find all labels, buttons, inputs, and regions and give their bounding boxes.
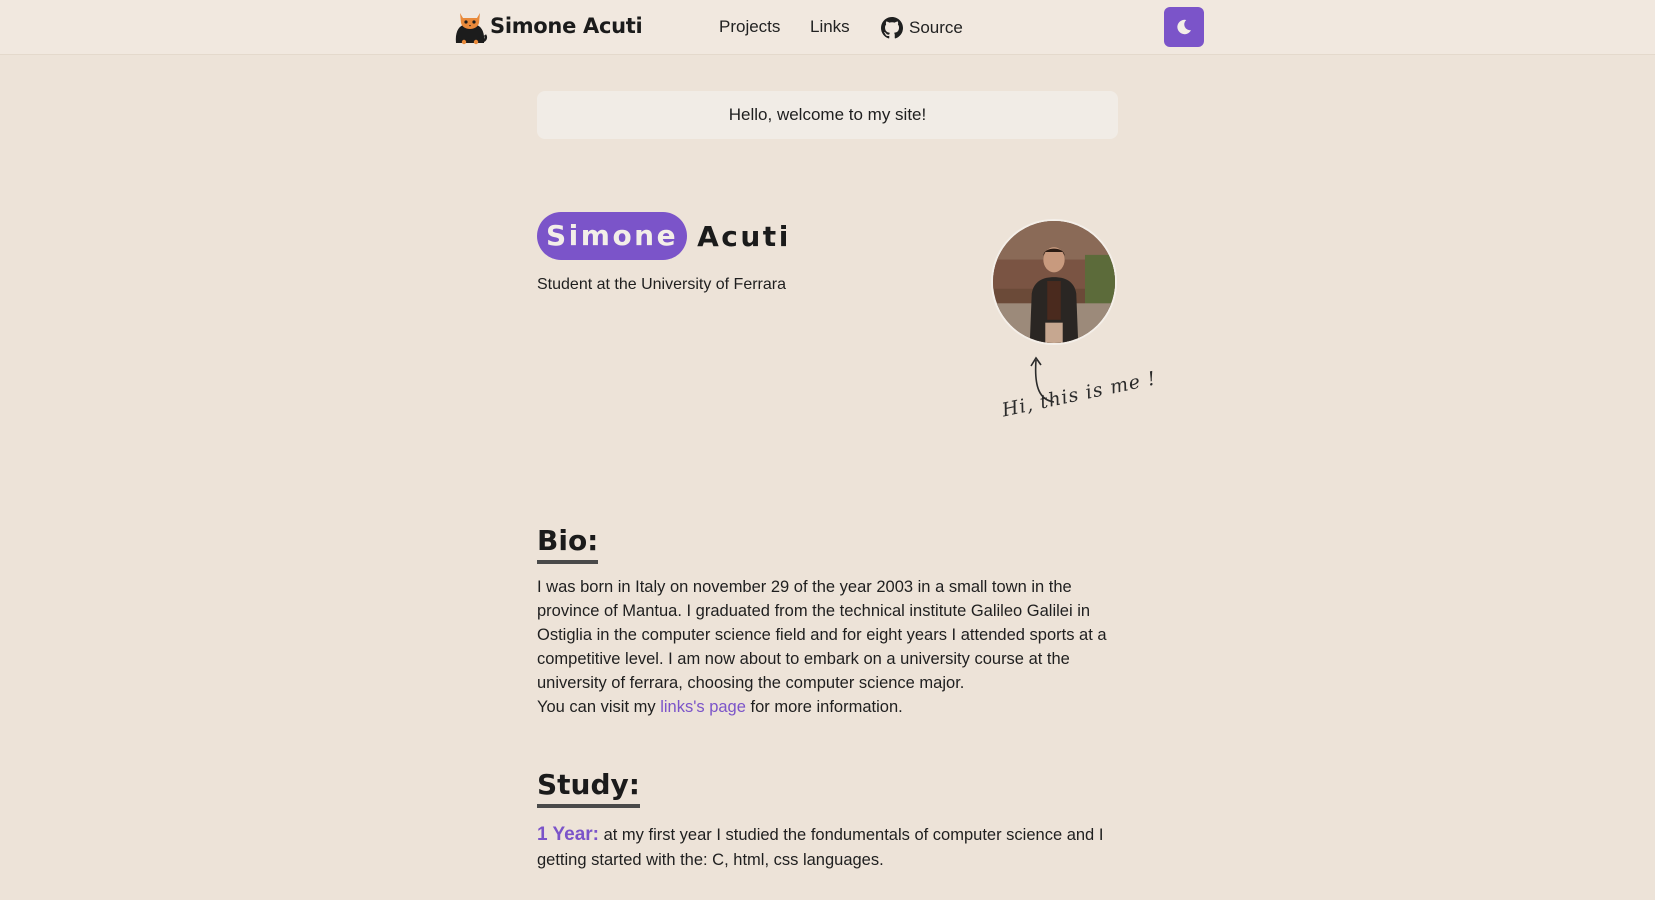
cat-logo-icon bbox=[455, 13, 488, 45]
theme-toggle-button[interactable] bbox=[1164, 7, 1204, 47]
study-heading: Study: bbox=[537, 768, 640, 808]
hero-name: Simone Acuti bbox=[537, 212, 791, 260]
navbar: Simone Acuti Projects Links Source bbox=[0, 0, 1655, 55]
bio-paragraph: I was born in Italy on november 29 of th… bbox=[537, 578, 1107, 692]
bio-text: I was born in Italy on november 29 of th… bbox=[537, 575, 1122, 719]
year-label: 1 Year: bbox=[537, 824, 599, 845]
brand-link[interactable]: Simone Acuti bbox=[452, 6, 643, 46]
welcome-banner: Hello, welcome to my site! bbox=[537, 91, 1118, 139]
bio-heading: Bio: bbox=[537, 524, 599, 564]
nav-source-link[interactable]: Source bbox=[881, 17, 963, 39]
brand-name: Simone Acuti bbox=[490, 14, 643, 38]
nav-links-link[interactable]: Links bbox=[810, 17, 850, 37]
bio-visit-suffix: for more information. bbox=[745, 698, 903, 716]
bio-visit-prefix: You can visit my bbox=[537, 698, 661, 716]
nav-source-label: Source bbox=[909, 18, 963, 37]
last-name: Acuti bbox=[697, 219, 791, 253]
avatar bbox=[991, 219, 1117, 345]
year-description: at my first year I studied the fondument… bbox=[537, 826, 1104, 869]
study-text: 1 Year: at my first year I studied the f… bbox=[537, 822, 1122, 873]
avatar-caption: Hi, this is me ! bbox=[1000, 367, 1159, 422]
links-page-link[interactable]: links's page bbox=[660, 698, 746, 716]
avatar-photo bbox=[993, 221, 1115, 343]
moon-icon bbox=[1177, 19, 1192, 35]
github-icon bbox=[881, 17, 903, 39]
first-name-pill: Simone bbox=[537, 212, 688, 260]
nav-projects-link[interactable]: Projects bbox=[719, 17, 780, 37]
hero-subtitle: Student at the University of Ferrara bbox=[537, 276, 786, 293]
